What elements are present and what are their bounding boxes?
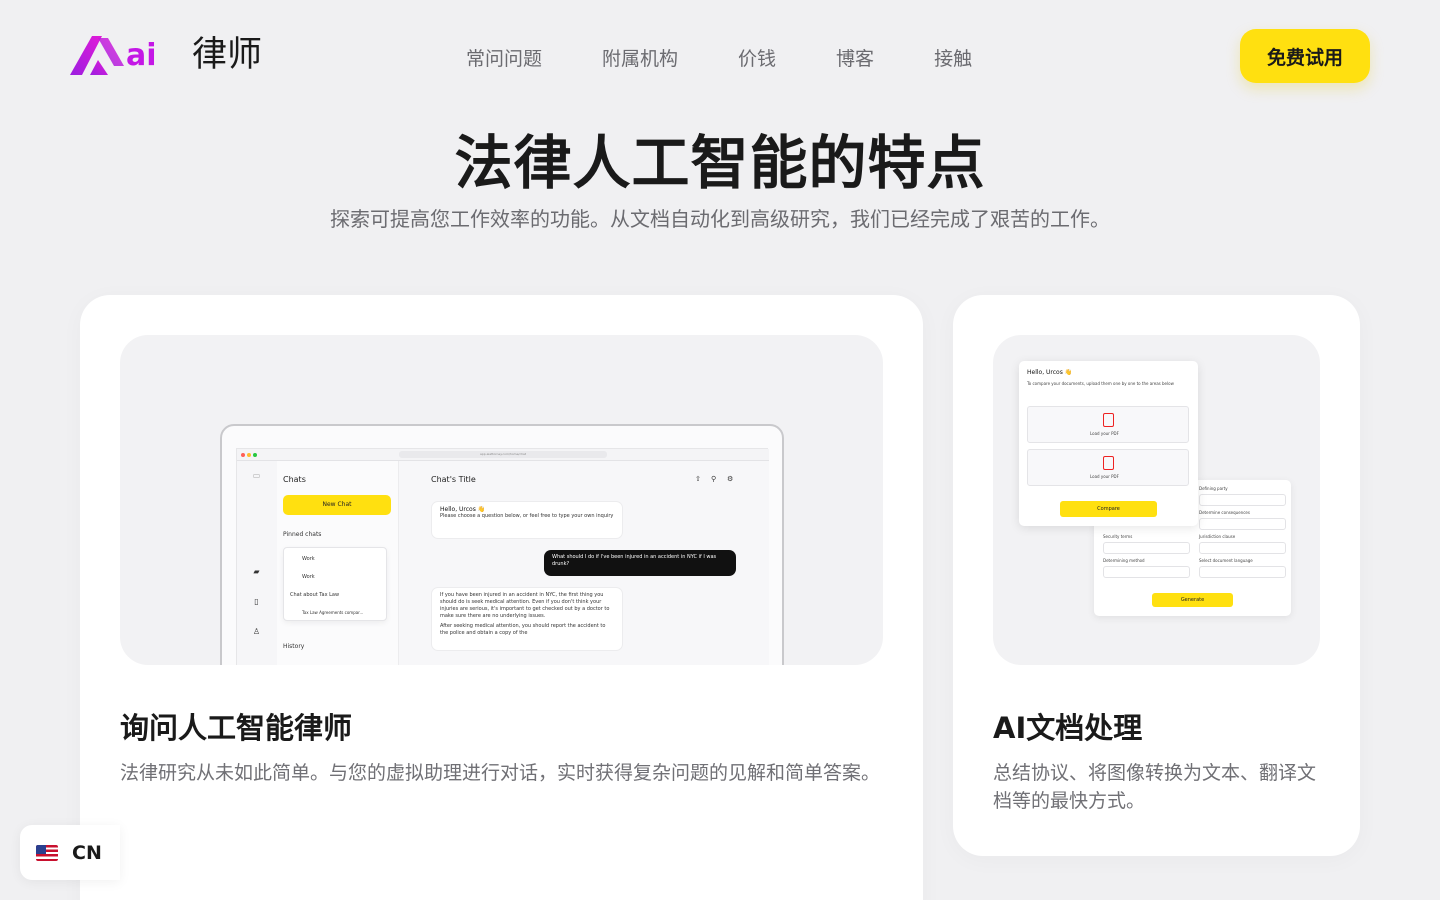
us-flag-icon [36,844,58,861]
logo[interactable]: ai 律师 [68,28,262,78]
logo-ai-text: ai [126,37,157,73]
feature-description: 法律研究从未如此简单。与您的虚拟助理进行对话，实时获得复杂问题的见解和简单答案。 [120,762,881,784]
sidebar-title: Chats [283,475,306,484]
feature-description: 总结协议、将图像转换为文本、翻译文档等的最快方式。 [993,762,1317,812]
pinned-list: Work Work Chat about Tax Law Tax Law Agr… [283,547,387,621]
laptop-mockup: app.aiattorney.com/home/chat ▭ ▰ ▯ ♙ Cha… [220,424,784,665]
chat-icon: ▰ [253,567,260,576]
upload-label: Load your PDF [1090,431,1119,436]
menu-icon: ▭ [252,471,261,480]
feature-image-documents: Defining party Determine consequences Se… [993,335,1320,665]
settings-icon: ⚙ [727,475,734,483]
logo-name: 律师 [192,35,263,75]
language-selector[interactable]: CN [20,825,120,880]
pinned-item: Work [302,574,315,580]
form-label: Security terms [1103,534,1133,539]
reply-text-2: After seeking medical attention, you sho… [440,623,606,636]
pinned-label: Pinned chats [283,531,322,538]
document-icon: ▯ [254,597,259,606]
form-field [1199,566,1286,578]
pinned-item: Work [302,556,315,562]
upload-label: Load your PDF [1090,474,1119,479]
feature-title: 询问人工智能律师 [120,711,353,745]
pdf-upload-slot: Load your PDF [1027,406,1189,443]
pin-icon: ⚲ [711,475,717,483]
compare-button: Compare [1060,501,1157,517]
app-rail: ▭ ▰ ▯ ♙ [237,461,277,665]
chat-sidebar: Chats New Chat Pinned chats Work Work Ch… [277,461,399,665]
feature-card-ai-documents[interactable]: Defining party Determine consequences Se… [953,295,1360,856]
pinned-item: Tax Law Agreements compar... [302,610,364,615]
feature-image-chat: app.aiattorney.com/home/chat ▭ ▰ ▯ ♙ Cha… [120,335,883,665]
pinned-item: Chat about Tax Law [290,592,340,598]
maximize-dot-icon [253,453,257,457]
nav-link-faq[interactable]: 常问问题 [466,44,542,71]
compare-documents-mockup: Hello, Urcos 👋 To compare your documents… [1019,361,1198,526]
greeting-sub: Please choose a question below, or feel … [440,513,614,519]
form-field [1103,542,1190,554]
form-field [1199,494,1286,506]
form-field [1103,566,1190,578]
site-header: ai 律师 常问问题 附属机构 价钱 博客 接触 免费试用 [0,0,1440,112]
nav-link-blog[interactable]: 博客 [836,44,874,71]
form-field [1199,542,1286,554]
feature-title: AI文档处理 [993,711,1143,745]
form-label: Defining party [1199,486,1228,491]
page-title: 法律人工智能的特点 [454,129,986,197]
reply-bubble: If you have been injured in an accident … [431,587,623,651]
doc-instructions: To compare your documents, upload them o… [1027,381,1174,386]
greeting-text: Hello, Urcos 👋 [440,506,486,513]
close-dot-icon [241,453,245,457]
main-nav: 常问问题 附属机构 价钱 博客 接触 [466,44,972,71]
share-icon: ⇧ [695,475,701,483]
url-bar: app.aiattorney.com/home/chat [399,451,607,458]
form-label: Determine consequences [1199,510,1250,515]
laptop-screen: app.aiattorney.com/home/chat ▭ ▰ ▯ ♙ Cha… [236,448,769,665]
form-label: Select document language [1199,558,1253,563]
minimize-dot-icon [247,453,251,457]
nav-link-affiliates[interactable]: 附属机构 [602,44,678,71]
pdf-icon [1103,456,1114,470]
generate-button: Generate [1152,593,1233,607]
form-label: Determining method [1103,558,1145,563]
chat-pane: Chat's Title ⇧ ⚲ ⚙ Hello, Urcos 👋 Please… [399,461,769,665]
reply-text-1: If you have been injured in an accident … [440,592,610,619]
free-trial-button[interactable]: 免费试用 [1240,29,1370,83]
page-subtitle: 探索可提高您工作效率的功能。从文档自动化到高级研究，我们已经完成了艰苦的工作。 [330,207,1110,231]
greeting-bubble: Hello, Urcos 👋 Please choose a question … [431,501,623,539]
page: ai 律师 常问问题 附属机构 价钱 博客 接触 免费试用 法律人工智能的特点 … [0,0,1440,900]
history-label: History [283,643,305,650]
doc-greeting: Hello, Urcos 👋 [1027,369,1073,376]
nav-link-pricing[interactable]: 价钱 [738,44,776,71]
pdf-upload-slot: Load your PDF [1027,449,1189,486]
feature-card-ask-ai-lawyer[interactable]: app.aiattorney.com/home/chat ▭ ▰ ▯ ♙ Cha… [80,295,923,900]
user-icon: ♙ [252,627,261,636]
form-field [1199,518,1286,530]
form-label: Jurisdiction clause [1199,534,1236,539]
pdf-icon [1103,413,1114,427]
nav-link-contact[interactable]: 接触 [934,44,972,71]
user-message-bubble: What should I do if I've been injured in… [544,550,736,576]
chat-title: Chat's Title [431,475,476,484]
browser-bar: app.aiattorney.com/home/chat [237,449,769,461]
new-chat-button: New Chat [283,495,391,515]
language-code: CN [72,841,102,864]
logo-mark-icon [70,36,124,75]
